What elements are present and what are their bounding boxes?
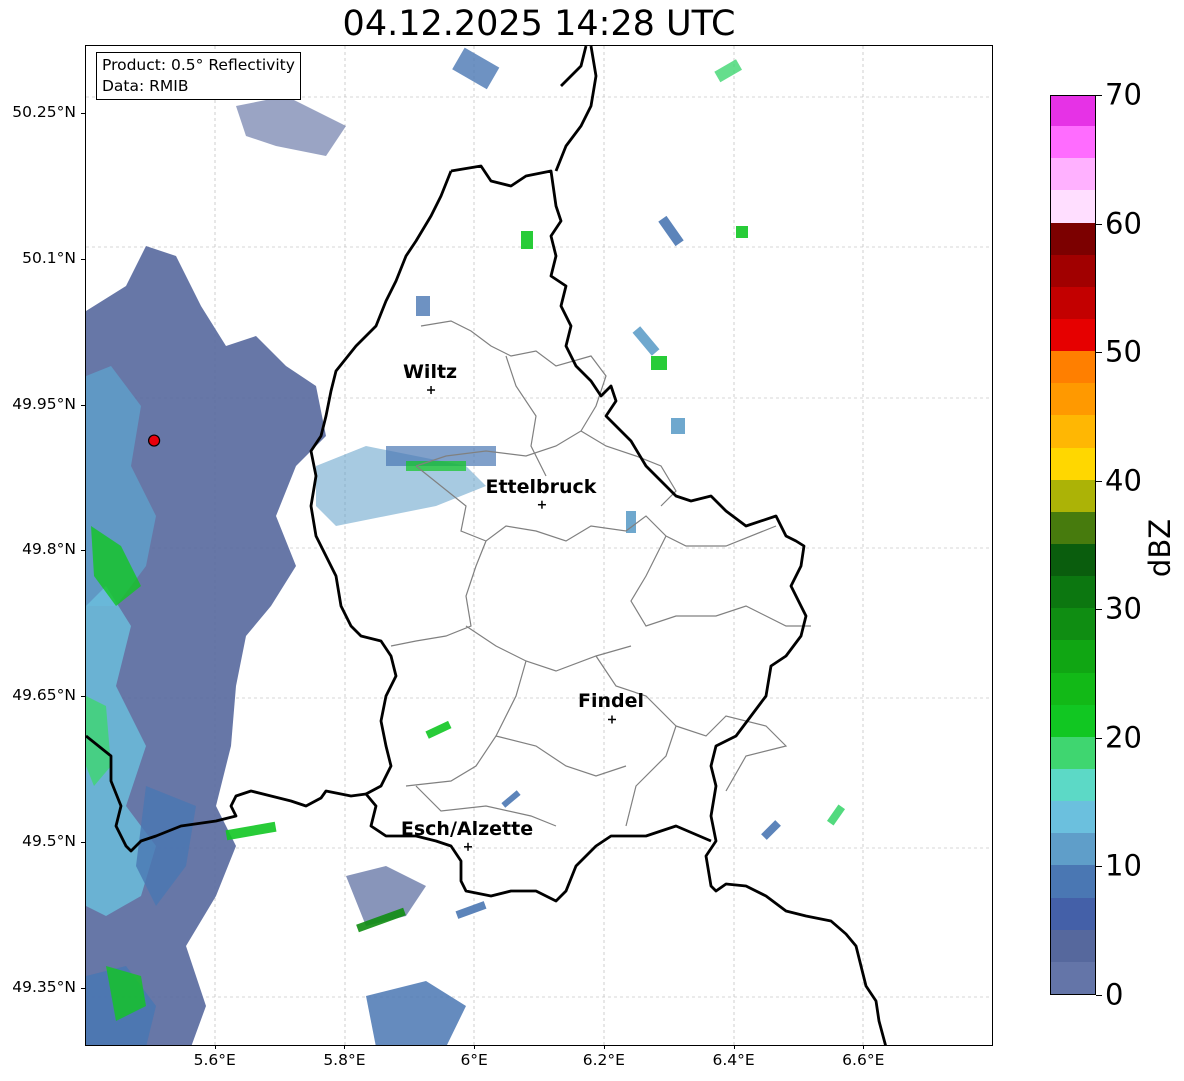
city-marker [464,842,473,851]
lat-tick-label: 49.35°N [12,977,76,996]
colorbar-segment [1051,575,1095,609]
lon-tick-mark [733,1045,735,1049]
colorbar-tick-mark [1096,352,1102,354]
colorbar-segment [1051,350,1095,384]
colorbar-segment [1051,768,1095,802]
colorbar-segment [1051,639,1095,673]
lon-tick-label: 5.6°E [193,1051,236,1069]
city-label: Ettelbruck [485,475,597,498]
colorbar-segment [1051,125,1095,159]
lat-tick-mark [81,696,85,698]
colorbar-segment [1051,929,1095,962]
radar-echoes [86,47,846,1045]
colorbar-tick-label: 60 [1105,206,1142,241]
lon-tick-label: 5.8°E [323,1051,366,1069]
colorbar-segment [1051,736,1095,769]
colorbar-segment [1051,704,1095,737]
city-label: Findel [577,690,644,713]
colorbar-label: dBZ [1143,518,1177,578]
city-marker [537,500,546,509]
colorbar-segment [1051,446,1095,480]
colorbar-tick-mark [1096,737,1102,739]
colorbar-tick-mark [1096,480,1102,482]
lat-tick-mark [81,841,85,843]
colorbar-segment [1051,318,1095,352]
lat-tick-label: 49.95°N [12,394,76,413]
colorbar-segment [1051,543,1095,577]
colorbar-tick-label: 10 [1105,848,1142,883]
colorbar-segment [1051,479,1095,512]
lat-tick-label: 50.1°N [22,248,76,267]
radar-site-marker [147,434,161,447]
colorbar-segment [1051,221,1095,255]
colorbar-segment [1051,896,1095,930]
colorbar-segment [1051,254,1095,287]
colorbar-segment [1051,96,1095,127]
lat-tick-mark [81,113,85,115]
colorbar-segment [1051,961,1095,994]
map-canvas [86,46,992,1045]
city-marker [427,386,436,395]
colorbar-segment [1051,414,1095,448]
colorbar-tick-label: 30 [1105,591,1142,626]
colorbar-tick-mark [1096,609,1102,611]
radar-map[interactable]: Product: 0.5° Reflectivity Data: RMIB [85,45,993,1046]
lon-tick-mark [474,1045,476,1049]
lon-tick-mark [603,1045,605,1049]
colorbar-tick-label: 70 [1105,77,1142,112]
lon-tick-mark [863,1045,865,1049]
colorbar-segment [1051,189,1095,223]
colorbar-tick-mark [1096,223,1102,225]
colorbar-tick-label: 20 [1105,720,1142,755]
map-title: 04.12.2025 14:28 UTC [342,4,736,44]
colorbar-segment [1051,607,1095,641]
lon-tick-label: 6.4°E [712,1051,755,1069]
city-marker [607,715,616,724]
lat-tick-mark [81,404,85,406]
colorbar-tick-label: 50 [1105,334,1142,369]
lon-tick-mark [214,1045,216,1049]
colorbar-segment [1051,286,1095,319]
lat-tick-label: 50.25°N [12,103,76,122]
colorbar-tick-label: 40 [1105,463,1142,498]
colorbar-segment [1051,671,1095,705]
colorbar-segment [1051,511,1095,544]
lat-tick-label: 49.65°N [12,686,76,705]
product-info-box: Product: 0.5° Reflectivity Data: RMIB [96,52,301,100]
lat-tick-label: 49.5°N [22,831,76,850]
lat-tick-label: 49.8°N [22,540,76,559]
lon-tick-label: 6.6°E [842,1051,885,1069]
product-label: Product: 0.5° Reflectivity [102,56,295,74]
colorbar-tick-mark [1096,866,1102,868]
city-label: Esch/Alzette [400,817,534,840]
colorbar-tick-label: 0 [1105,977,1124,1012]
lon-tick-mark [344,1045,346,1049]
colorbar-tick-mark [1096,995,1102,996]
lon-tick-label: 6°E [460,1051,488,1069]
colorbar-segment [1051,832,1095,866]
lat-tick-mark [81,550,85,552]
colorbar-segment [1051,157,1095,191]
lat-tick-mark [81,258,85,260]
lat-tick-mark [81,987,85,989]
colorbar-segment [1051,800,1095,834]
lon-tick-label: 6.2°E [582,1051,625,1069]
colorbar-segment [1051,382,1095,416]
colorbar-segment [1051,864,1095,898]
data-source-label: Data: RMIB [102,77,189,95]
city-label: Wiltz [402,361,458,384]
colorbar-tick-mark [1096,95,1102,96]
colorbar [1050,95,1096,995]
